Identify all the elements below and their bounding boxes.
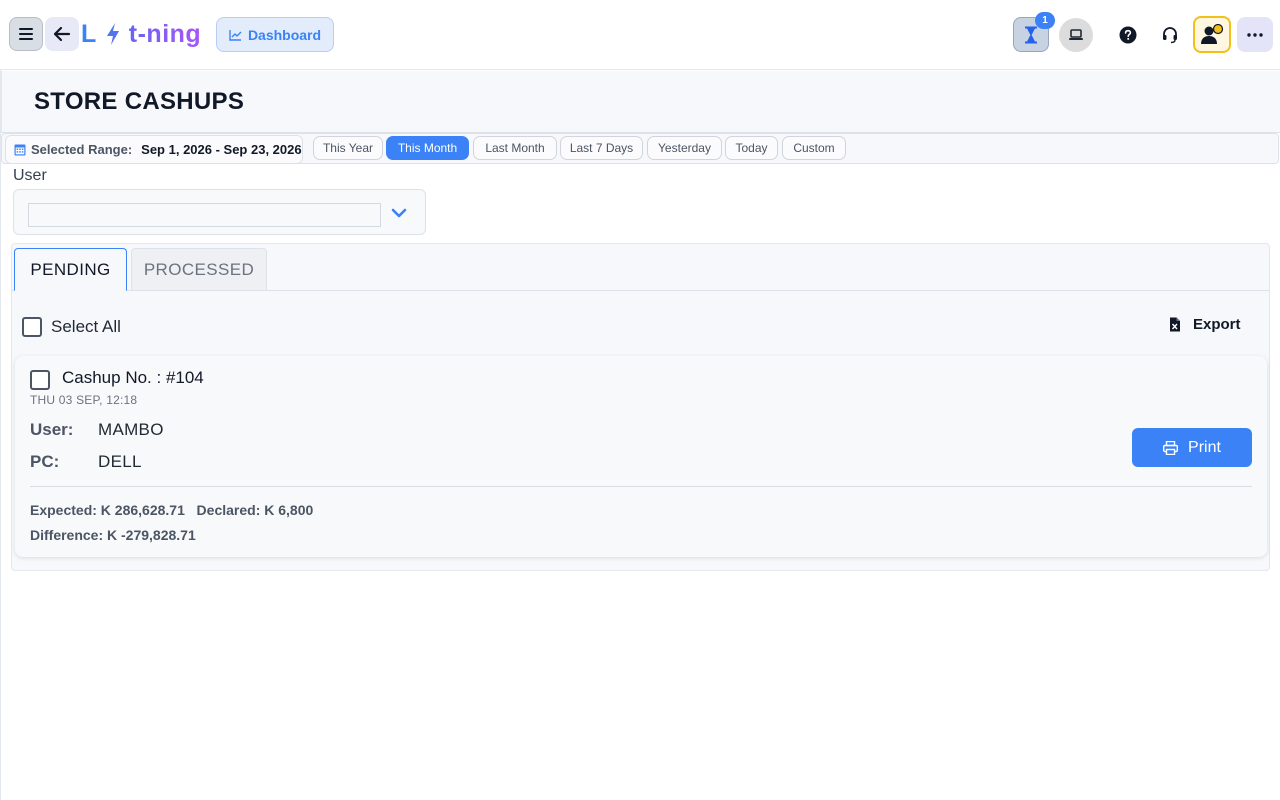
cashup-user-value: MAMBO xyxy=(98,420,164,439)
cashup-expected-declared: Expected: K 286,628.71 Declared: K 6,800 xyxy=(30,502,313,518)
support-button[interactable] xyxy=(1155,20,1185,50)
select-all-checkbox[interactable] xyxy=(22,317,42,337)
bolt-icon xyxy=(105,22,121,46)
cashup-user-key: User: xyxy=(30,420,74,439)
user-filter-input[interactable] xyxy=(28,203,381,227)
printer-icon xyxy=(1163,440,1179,455)
cashup-checkbox[interactable] xyxy=(30,370,50,390)
selected-range-value: Sep 1, 2026 - Sep 23, 2026 xyxy=(141,142,302,157)
queue-count-badge: 1 xyxy=(1035,12,1055,29)
tabs-divider xyxy=(12,290,1269,291)
cashup-divider xyxy=(30,486,1252,487)
export-label: Export xyxy=(1193,316,1241,333)
hamburger-icon xyxy=(19,28,33,40)
cashup-pc-value: DELL xyxy=(98,452,142,471)
tab-processed[interactable]: PROCESSED xyxy=(131,248,267,291)
range-chip-last-month[interactable]: Last Month xyxy=(473,136,557,160)
cashup-expected: Expected: K 286,628.71 xyxy=(30,502,185,518)
range-chip-last-7-days[interactable]: Last 7 Days xyxy=(560,136,643,160)
print-button[interactable]: Print xyxy=(1132,428,1252,467)
logo-text-end: t-ning xyxy=(128,19,202,48)
range-chip-custom[interactable]: Custom xyxy=(782,136,846,160)
tab-pending[interactable]: PENDING xyxy=(14,248,127,291)
date-range-bar: Selected Range: Sep 1, 2026 - Sep 23, 20… xyxy=(1,133,1279,164)
dashboard-label: Dashboard xyxy=(247,26,322,43)
select-all-label: Select All xyxy=(51,317,121,336)
ellipsis-icon xyxy=(1247,32,1263,37)
page-title: STORE CASHUPS xyxy=(34,88,245,115)
user-filter-select[interactable] xyxy=(13,189,426,235)
chevron-down-icon[interactable] xyxy=(388,202,410,224)
calendar-icon xyxy=(14,144,26,156)
range-chip-yesterday[interactable]: Yesterday xyxy=(647,136,722,160)
user-profile-button[interactable] xyxy=(1193,16,1231,53)
arrow-left-icon xyxy=(53,26,71,42)
menu-button[interactable] xyxy=(9,17,43,51)
cashup-declared: Declared: K 6,800 xyxy=(196,502,314,518)
selected-range-label: Selected Range: xyxy=(31,142,133,157)
app-logo[interactable]: L t-ning xyxy=(81,18,201,50)
excel-file-icon xyxy=(1170,317,1180,332)
more-options-button[interactable] xyxy=(1237,17,1273,52)
range-chip-today[interactable]: Today xyxy=(725,136,778,160)
print-label: Print xyxy=(1188,438,1221,456)
chart-line-icon xyxy=(229,29,242,41)
help-button[interactable] xyxy=(1113,20,1143,50)
headset-icon xyxy=(1163,27,1177,44)
device-button[interactable] xyxy=(1059,18,1093,52)
top-bar: L t-ning Dashboard 1 xyxy=(0,0,1280,70)
cashups-panel: PENDING PROCESSED Select All Export Cash… xyxy=(11,243,1270,571)
page-frame-border xyxy=(0,70,1,800)
page-header: STORE CASHUPS xyxy=(1,71,1280,133)
user-status-icon xyxy=(1201,23,1224,44)
select-all-control[interactable]: Select All xyxy=(22,317,121,337)
laptop-icon xyxy=(1069,29,1083,40)
cashup-card: Cashup No. : #104 THU 03 SEP, 12:18 User… xyxy=(15,356,1267,557)
queue-button[interactable]: 1 xyxy=(1013,12,1055,52)
logo-text-start: L xyxy=(81,19,97,48)
hourglass-icon xyxy=(1025,26,1037,43)
range-chip-this-month[interactable]: This Month xyxy=(386,136,469,160)
question-circle-icon xyxy=(1119,26,1137,44)
cashup-pc-key: PC: xyxy=(30,452,60,471)
selected-range-display[interactable]: Selected Range: Sep 1, 2026 - Sep 23, 20… xyxy=(5,135,303,164)
user-filter-label: User xyxy=(13,167,47,184)
cashup-date: THU 03 SEP, 12:18 xyxy=(30,393,138,407)
dashboard-button[interactable]: Dashboard xyxy=(216,17,334,52)
cashup-difference: Difference: K -279,828.71 xyxy=(30,527,196,543)
range-chip-this-year[interactable]: This Year xyxy=(313,136,383,160)
back-button[interactable] xyxy=(45,17,79,51)
cashup-number: Cashup No. : #104 xyxy=(62,368,204,387)
export-button[interactable]: Export xyxy=(1169,316,1241,333)
